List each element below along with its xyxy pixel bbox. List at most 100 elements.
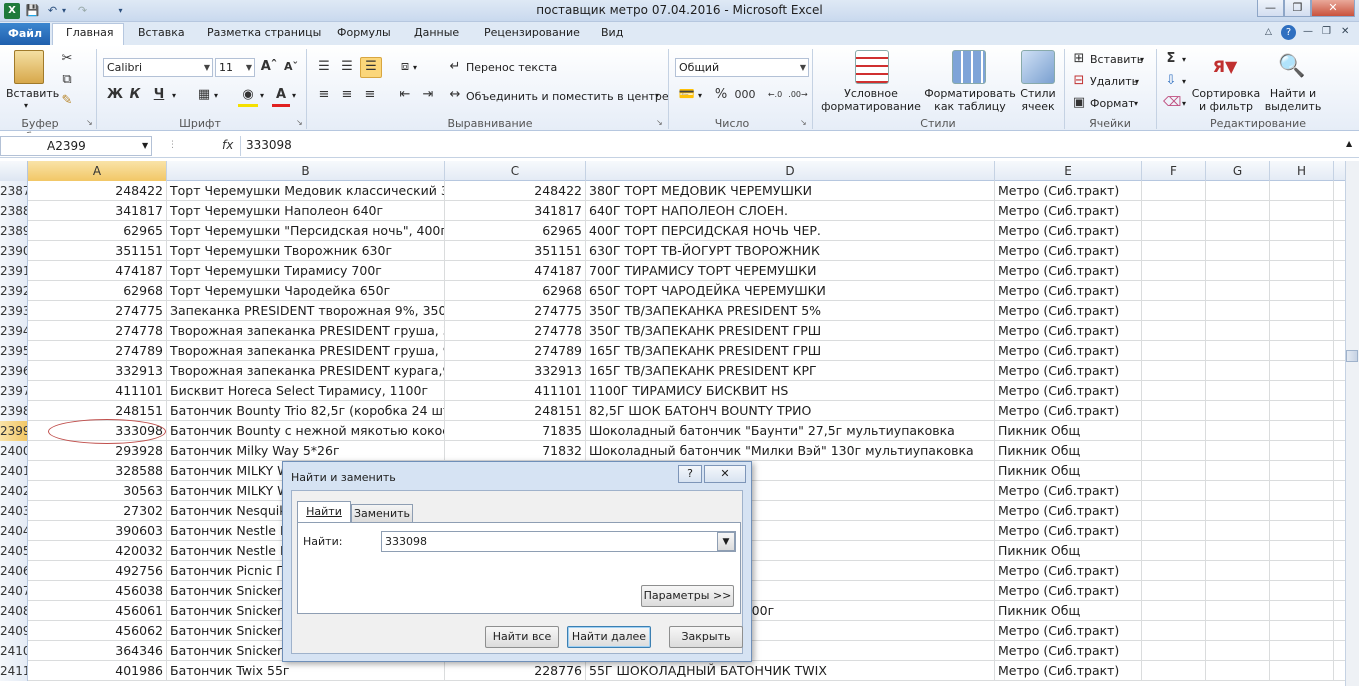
cell-e[interactable]: Метро (Сиб.тракт) xyxy=(995,221,1142,241)
cell-empty[interactable] xyxy=(1206,441,1270,461)
decrease-indent-icon[interactable]: ⇤ xyxy=(395,86,415,104)
row-header[interactable]: 2402 xyxy=(0,481,28,501)
number-format-combo[interactable]: Общий ▼ xyxy=(675,58,809,77)
cell-e[interactable]: Метро (Сиб.тракт) xyxy=(995,341,1142,361)
close-window-button[interactable]: ✕ xyxy=(1311,0,1355,17)
cell-e[interactable]: Метро (Сиб.тракт) xyxy=(995,561,1142,581)
cell-empty[interactable] xyxy=(1270,281,1334,301)
conditional-formatting-icon[interactable] xyxy=(855,50,889,84)
close-button[interactable]: Закрыть xyxy=(669,626,743,648)
cell-empty[interactable] xyxy=(1270,401,1334,421)
align-bottom-icon[interactable]: ☰ xyxy=(360,57,382,78)
cell-a[interactable]: 332913 xyxy=(28,361,167,381)
select-all-corner[interactable] xyxy=(0,161,28,181)
cell-empty[interactable] xyxy=(1142,541,1206,561)
cell-empty[interactable] xyxy=(1142,241,1206,261)
workbook-restore-icon[interactable]: ❐ xyxy=(1322,26,1331,37)
cell-empty[interactable] xyxy=(1206,201,1270,221)
cell-empty[interactable] xyxy=(1270,461,1334,481)
cell-empty[interactable] xyxy=(1206,561,1270,581)
cell-empty[interactable] xyxy=(1206,481,1270,501)
tab-page-layout[interactable]: Разметка страницы xyxy=(207,26,321,39)
cell-empty[interactable] xyxy=(1270,441,1334,461)
find-next-button[interactable]: Найти далее xyxy=(567,626,651,648)
currency-icon[interactable]: 💳 xyxy=(677,86,697,104)
insert-cells-icon[interactable]: ⊞ xyxy=(1071,50,1087,68)
formula-input[interactable] xyxy=(240,136,1345,156)
align-top-icon[interactable]: ☰ xyxy=(314,58,334,76)
cell-empty[interactable] xyxy=(1206,421,1270,441)
format-cells-button[interactable]: Формат xyxy=(1090,97,1135,110)
cell-empty[interactable] xyxy=(1206,221,1270,241)
cell-empty[interactable] xyxy=(1270,241,1334,261)
cell-a[interactable]: 62968 xyxy=(28,281,167,301)
cell-b[interactable]: Батончик Bounty Trio 82,5г (коробка 24 ш… xyxy=(167,401,445,421)
cell-empty[interactable] xyxy=(1206,661,1270,681)
cell-a[interactable]: 274778 xyxy=(28,321,167,341)
cell-e[interactable]: Метро (Сиб.тракт) xyxy=(995,281,1142,301)
row-header[interactable]: 2391 xyxy=(0,261,28,281)
cell-a[interactable]: 62965 xyxy=(28,221,167,241)
cell-c[interactable]: 332913 xyxy=(445,361,586,381)
cell-empty[interactable] xyxy=(1270,421,1334,441)
alignment-launcher-icon[interactable]: ↘ xyxy=(656,118,663,127)
row-header[interactable]: 2410 xyxy=(0,641,28,661)
decrease-decimal-icon[interactable]: .00→ xyxy=(788,86,808,104)
format-as-table-button[interactable]: Форматировать как таблицу xyxy=(924,87,1016,113)
cell-b[interactable]: Торт Черемушки Чародейка 650г xyxy=(167,281,445,301)
cell-d[interactable]: 350Г ТВ/ЗАПЕКАНК PRESIDENT ГРШ xyxy=(586,321,995,341)
cell-empty[interactable] xyxy=(1142,661,1206,681)
row-header[interactable]: 2403 xyxy=(0,501,28,521)
cell-empty[interactable] xyxy=(1270,621,1334,641)
tab-formulas[interactable]: Формулы xyxy=(337,26,391,39)
cell-b[interactable]: Торт Черемушки Тирамису 700г xyxy=(167,261,445,281)
sort-filter-icon[interactable]: Я▼ xyxy=(1208,50,1242,84)
cell-empty[interactable] xyxy=(1270,501,1334,521)
cell-b[interactable]: Торт Черемушки "Персидская ночь", 400г xyxy=(167,221,445,241)
increase-indent-icon[interactable]: ⇥ xyxy=(418,86,438,104)
cell-empty[interactable] xyxy=(1270,561,1334,581)
cell-empty[interactable] xyxy=(1206,341,1270,361)
vertical-scrollbar[interactable] xyxy=(1345,161,1359,686)
cell-empty[interactable] xyxy=(1270,301,1334,321)
cell-d[interactable]: 1100Г ТИРАМИСУ БИСКВИТ HS xyxy=(586,381,995,401)
cell-styles-button[interactable]: Стили ячеек xyxy=(1016,87,1060,113)
cell-b[interactable]: Торт Черемушки Наполеон 640г xyxy=(167,201,445,221)
dialog-close-button[interactable]: ✕ xyxy=(704,465,746,483)
row-header[interactable]: 2407 xyxy=(0,581,28,601)
merge-dropdown-icon[interactable]: ▾ xyxy=(655,91,659,100)
tab-home[interactable]: Главная xyxy=(66,26,114,39)
cell-empty[interactable] xyxy=(1270,261,1334,281)
row-header[interactable]: 2404 xyxy=(0,521,28,541)
cell-e[interactable]: Пикник Общ xyxy=(995,421,1142,441)
cell-empty[interactable] xyxy=(1142,321,1206,341)
row-header[interactable]: 2387 xyxy=(0,181,28,201)
number-launcher-icon[interactable]: ↘ xyxy=(800,118,807,127)
paste-button[interactable]: Вставить xyxy=(6,87,59,100)
cell-a[interactable]: 274789 xyxy=(28,341,167,361)
cell-empty[interactable] xyxy=(1142,181,1206,201)
thousands-button[interactable]: 000 xyxy=(733,86,757,104)
cell-empty[interactable] xyxy=(1206,621,1270,641)
cell-a[interactable]: 293928 xyxy=(28,441,167,461)
cell-a[interactable]: 30563 xyxy=(28,481,167,501)
cell-c[interactable]: 71832 xyxy=(445,441,586,461)
percent-button[interactable]: % xyxy=(711,86,731,104)
cell-c[interactable]: 474187 xyxy=(445,261,586,281)
cell-empty[interactable] xyxy=(1270,521,1334,541)
clipboard-launcher-icon[interactable]: ↘ xyxy=(86,118,93,127)
cell-empty[interactable] xyxy=(1270,481,1334,501)
column-header-f[interactable]: F xyxy=(1142,161,1206,181)
cell-empty[interactable] xyxy=(1270,321,1334,341)
cell-c[interactable]: 274775 xyxy=(445,301,586,321)
fill-color-dropdown-icon[interactable]: ▾ xyxy=(260,91,264,100)
row-header[interactable]: 2400 xyxy=(0,441,28,461)
cell-d[interactable]: 630Г ТОРТ ТВ-ЙОГУРТ ТВОРОЖНИК xyxy=(586,241,995,261)
cell-c[interactable]: 274789 xyxy=(445,341,586,361)
cell-b[interactable]: Творожная запеканка PRESIDENT груша, 9% xyxy=(167,341,445,361)
column-header-c[interactable]: C xyxy=(445,161,586,181)
wrap-text-icon[interactable]: ↵ xyxy=(447,58,463,76)
cell-a[interactable]: 328588 xyxy=(28,461,167,481)
scrollbar-thumb[interactable] xyxy=(1346,350,1358,362)
merge-center-button[interactable]: Объединить и поместить в центре xyxy=(466,90,669,103)
